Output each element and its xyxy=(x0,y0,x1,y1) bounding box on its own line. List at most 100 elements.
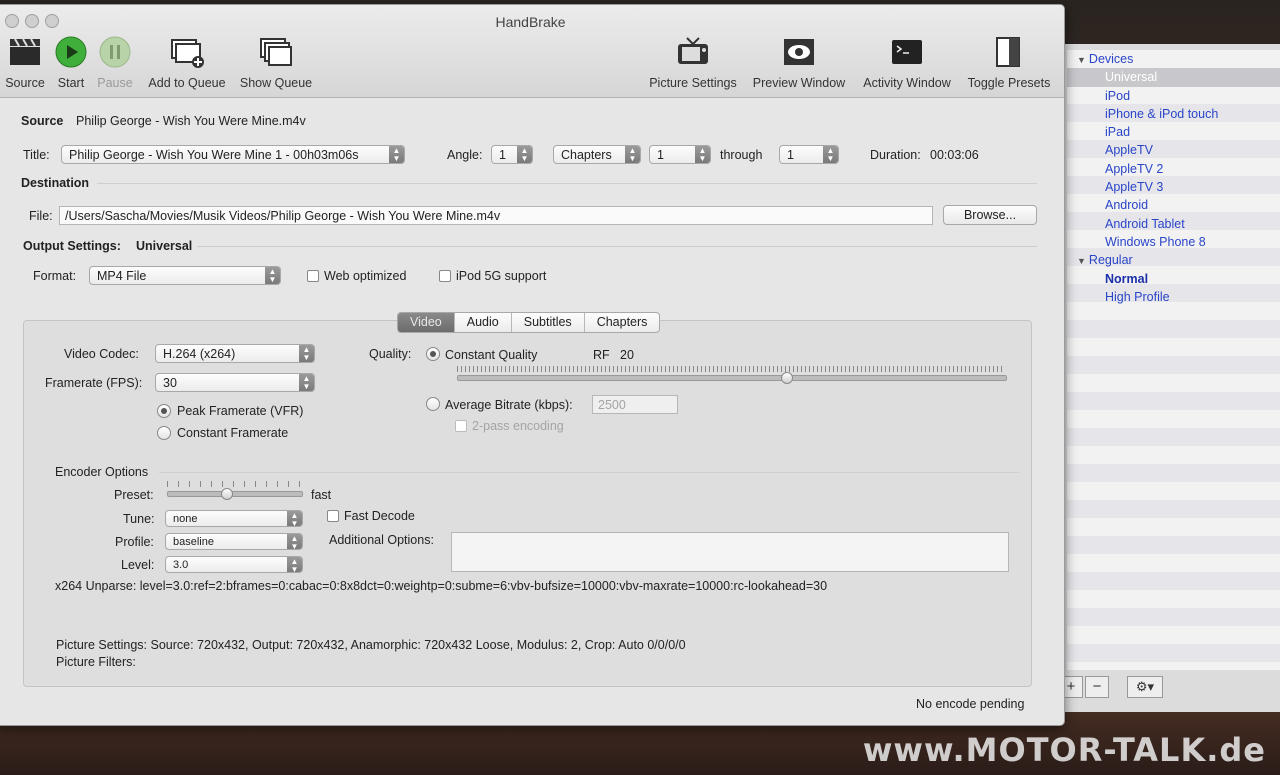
tune-select[interactable]: none ▲ ▼ xyxy=(165,510,303,527)
peak-framerate-radio[interactable] xyxy=(157,404,171,418)
tune-label: Tune: xyxy=(123,512,155,526)
picture-settings-button[interactable]: Picture Settings xyxy=(645,35,741,90)
two-pass-checkbox[interactable] xyxy=(455,420,467,432)
preset-slider-knob[interactable] xyxy=(221,488,233,500)
stepper-arrows-icon: ▲ ▼ xyxy=(517,146,532,163)
constant-framerate-radio[interactable] xyxy=(157,426,171,440)
pause-button[interactable]: Pause xyxy=(95,35,135,90)
quality-slider-track[interactable] xyxy=(457,375,1007,381)
file-path-input[interactable]: /Users/Sascha/Movies/Musik Videos/Philip… xyxy=(59,206,933,225)
tab-chapters[interactable]: Chapters xyxy=(585,313,660,332)
stepper-arrows-icon: ▲ ▼ xyxy=(695,146,710,163)
add-to-queue-button[interactable]: Add to Queue xyxy=(145,35,229,90)
stepper-arrows-icon: ▲ ▼ xyxy=(823,146,838,163)
divider xyxy=(97,183,1037,184)
output-settings-heading: Output Settings: xyxy=(23,239,121,253)
remove-preset-button[interactable]: − xyxy=(1085,676,1109,698)
source-heading: Source xyxy=(21,114,64,128)
preset-slider-ticks xyxy=(167,481,301,487)
angle-select[interactable]: 1 ▲ ▼ xyxy=(491,145,533,164)
start-button[interactable]: Start xyxy=(51,35,91,90)
play-icon xyxy=(55,36,87,68)
disclosure-triangle-icon[interactable]: ▼ xyxy=(1077,51,1086,69)
stepper-arrows-icon: ▲ ▼ xyxy=(287,534,302,549)
gear-icon[interactable]: ⚙▾ xyxy=(1127,676,1163,698)
format-label: Format: xyxy=(33,269,77,283)
level-label: Level: xyxy=(121,558,155,572)
picture-settings-summary: Picture Settings: Source: 720x432, Outpu… xyxy=(56,638,686,652)
preset-android[interactable]: Android xyxy=(1067,196,1280,214)
toggle-presets-button[interactable]: Toggle Presets xyxy=(963,35,1055,90)
preset-high-profile[interactable]: High Profile xyxy=(1067,288,1280,306)
peak-framerate-label: Peak Framerate (VFR) xyxy=(177,404,304,418)
terminal-icon xyxy=(892,40,922,64)
format-select[interactable]: MP4 File ▲ ▼ xyxy=(89,266,281,285)
preset-ipod[interactable]: iPod xyxy=(1067,87,1280,105)
preset-appletv[interactable]: AppleTV xyxy=(1067,141,1280,159)
web-optimized-checkbox[interactable] xyxy=(307,270,319,282)
range-type-select[interactable]: Chapters ▲ ▼ xyxy=(553,145,641,164)
browse-button[interactable]: Browse... xyxy=(943,205,1037,225)
preset-iphone-ipod-touch[interactable]: iPhone & iPod touch xyxy=(1067,105,1280,123)
presets-list: ▼ Devices Universal iPod iPhone & iPod to… xyxy=(1067,50,1280,670)
preview-window-button[interactable]: Preview Window xyxy=(749,35,849,90)
preset-appletv-3[interactable]: AppleTV 3 xyxy=(1067,178,1280,196)
preset-slider-track[interactable] xyxy=(167,491,303,497)
output-preset-name: Universal xyxy=(136,239,193,253)
fast-decode-checkbox[interactable] xyxy=(327,510,339,522)
ipod-5g-checkbox[interactable] xyxy=(439,270,451,282)
preset-group-devices[interactable]: ▼ Devices xyxy=(1067,50,1280,68)
encoder-options-heading: Encoder Options xyxy=(55,465,149,479)
stepper-arrows-icon: ▲ ▼ xyxy=(299,345,314,362)
preset-appletv-2[interactable]: AppleTV 2 xyxy=(1067,160,1280,178)
fast-decode-label: Fast Decode xyxy=(344,509,415,523)
chapter-start-select[interactable]: 1 ▲ ▼ xyxy=(649,145,711,164)
video-codec-select[interactable]: H.264 (x264) ▲ ▼ xyxy=(155,344,315,363)
preset-label: Preset: xyxy=(114,488,154,502)
ipod-5g-label: iPod 5G support xyxy=(456,269,547,283)
tab-video[interactable]: Video xyxy=(398,313,455,332)
tab-subtitles[interactable]: Subtitles xyxy=(512,313,585,332)
activity-window-button[interactable]: Activity Window xyxy=(857,35,957,90)
preset-ipad[interactable]: iPad xyxy=(1067,123,1280,141)
framerate-select[interactable]: 30 ▲ ▼ xyxy=(155,373,315,392)
additional-options-label: Additional Options: xyxy=(329,533,434,547)
level-select[interactable]: 3.0 ▲ ▼ xyxy=(165,556,303,573)
profile-select[interactable]: baseline ▲ ▼ xyxy=(165,533,303,550)
disclosure-triangle-icon[interactable]: ▼ xyxy=(1077,252,1086,270)
title-select[interactable]: Philip George - Wish You Were Mine 1 - 0… xyxy=(61,145,405,164)
destination-heading: Destination xyxy=(21,176,90,190)
x264-unparse-string: x264 Unparse: level=3.0:ref=2:bframes=0:… xyxy=(55,579,828,593)
toolbar: HandBrake Source Start Pause Add to Queu… xyxy=(0,5,1064,98)
watermark: www.MOTOR-TALK.de xyxy=(862,731,1266,769)
clapperboard-icon xyxy=(10,38,40,65)
show-queue-button[interactable]: Show Queue xyxy=(237,35,315,90)
source-button[interactable]: Source xyxy=(3,35,47,90)
stepper-arrows-icon: ▲ ▼ xyxy=(287,557,302,572)
preset-universal[interactable]: Universal xyxy=(1067,68,1280,87)
source-filename: Philip George - Wish You Were Mine.m4v xyxy=(76,114,306,128)
quality-label: Quality: xyxy=(369,347,412,361)
web-optimized-label: Web optimized xyxy=(324,269,407,283)
add-to-queue-icon xyxy=(171,39,204,68)
settings-tabs: Video Audio Subtitles Chapters xyxy=(397,312,661,333)
stepper-arrows-icon: ▲ ▼ xyxy=(299,374,314,391)
status-text: No encode pending xyxy=(916,697,1025,711)
chapter-end-select[interactable]: 1 ▲ ▼ xyxy=(779,145,839,164)
presets-drawer: ▼ Devices Universal iPod iPhone & iPod to… xyxy=(1056,44,1280,712)
preset-android-tablet[interactable]: Android Tablet xyxy=(1067,215,1280,233)
main-content: Source Philip George - Wish You Were Min… xyxy=(0,98,1064,725)
average-bitrate-radio[interactable] xyxy=(426,397,440,411)
additional-options-input[interactable] xyxy=(451,532,1009,572)
tab-audio[interactable]: Audio xyxy=(455,313,512,332)
framerate-label: Framerate (FPS): xyxy=(45,376,143,390)
constant-framerate-label: Constant Framerate xyxy=(177,426,289,440)
constant-quality-radio[interactable] xyxy=(426,347,440,361)
preset-windows-phone-8[interactable]: Windows Phone 8 xyxy=(1067,233,1280,251)
handbrake-window: HandBrake Source Start Pause Add to Queu… xyxy=(0,4,1065,726)
preset-normal[interactable]: Normal xyxy=(1067,270,1280,288)
preset-group-regular[interactable]: ▼ Regular xyxy=(1067,251,1280,269)
quality-slider-ticks xyxy=(457,366,1005,372)
average-bitrate-input[interactable]: 2500 xyxy=(592,395,678,414)
quality-slider-knob[interactable] xyxy=(780,372,793,384)
